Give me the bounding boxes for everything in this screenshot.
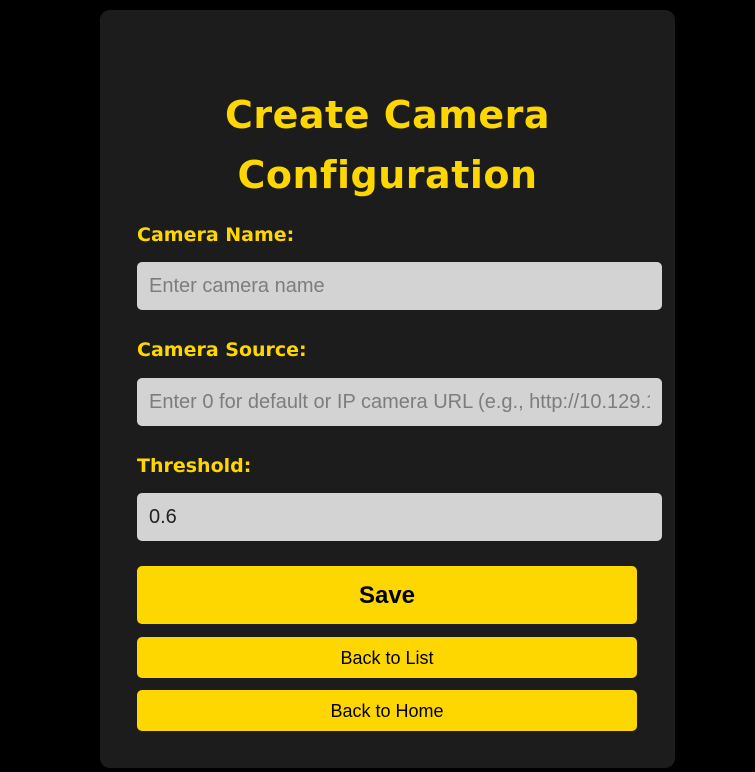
camera-name-input[interactable] [137, 262, 662, 310]
page-title-line-1: Create Camera [225, 93, 550, 137]
camera-source-input[interactable] [137, 378, 662, 426]
camera-source-label: Camera Source: [137, 339, 307, 361]
page-title: Create Camera Configuration [100, 85, 675, 205]
camera-name-label: Camera Name: [137, 224, 295, 246]
save-button[interactable]: Save [137, 566, 637, 624]
camera-config-card: Create Camera Configuration Camera Name:… [100, 10, 675, 768]
back-to-home-button[interactable]: Back to Home [137, 690, 637, 731]
back-to-list-button[interactable]: Back to List [137, 637, 637, 678]
threshold-input[interactable] [137, 493, 662, 541]
threshold-label: Threshold: [137, 455, 252, 477]
page-title-line-2: Configuration [237, 153, 538, 197]
